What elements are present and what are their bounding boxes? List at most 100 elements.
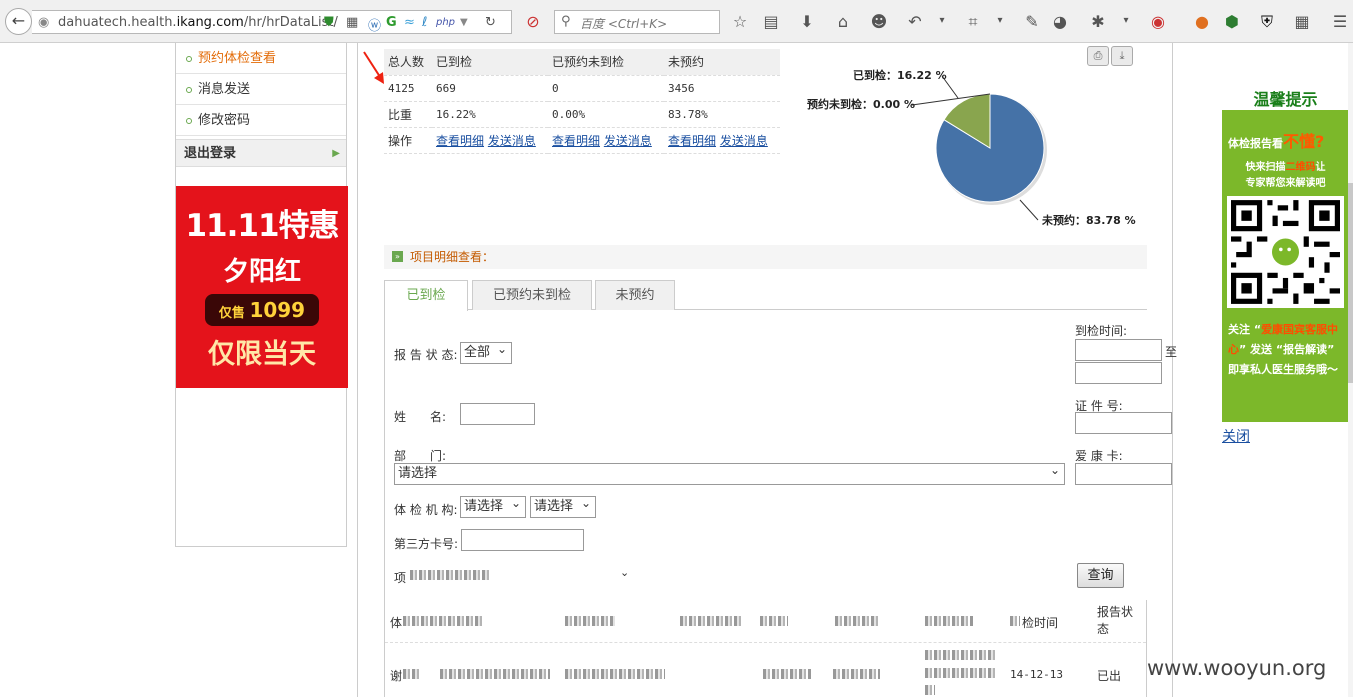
tips-scan-text: 快来扫描二维码让 专家帮您来解读吧 <box>1222 160 1349 192</box>
g-icon[interactable]: G <box>386 15 397 30</box>
arrow-box-icon: » <box>392 251 403 262</box>
hamburger-menu-icon[interactable]: ☰ <box>1330 12 1350 31</box>
w-icon[interactable]: ⓦ <box>368 15 381 34</box>
wave-icon[interactable]: ≈ <box>404 15 415 30</box>
sidebar-item-change-password[interactable]: 修改密码 <box>176 105 346 136</box>
pie-label: 已到检：16.22 % <box>853 68 947 82</box>
stats-header: 总人数 <box>384 49 432 76</box>
pie-chart: 已到检：16.22 % 预约未到检：0.00 % 未预约：83.78 % <box>807 68 1136 227</box>
tips-line-text: 让 <box>1315 162 1326 173</box>
view-detail-link[interactable]: 查看明细 <box>436 134 484 148</box>
stats-actions: 查看明细 发送消息 <box>548 127 664 154</box>
red-arrow-annotation <box>363 51 384 84</box>
scrollbar-thumb[interactable] <box>1348 183 1353 383</box>
menu-arrow-icon[interactable]: ▾ <box>1116 15 1136 26</box>
stats-actions: 查看明细 发送消息 <box>432 127 548 154</box>
redacted-text <box>440 669 550 679</box>
bookmark-star-icon[interactable]: ☆ <box>730 12 750 31</box>
php-icon[interactable]: php <box>436 17 455 28</box>
crop-menu-icon[interactable]: ▾ <box>990 15 1010 26</box>
report-status-label: 报 告 状 态: <box>394 348 458 362</box>
name-input[interactable] <box>460 403 535 425</box>
third-party-card-label: 第三方卡号: <box>394 537 459 551</box>
browser-toolbar: ← ◉ dahuatech.health.ikang.com/hr/hrData… <box>0 0 1353 43</box>
redacted-text <box>565 616 615 626</box>
grid-icon[interactable]: ▦ <box>1292 12 1312 31</box>
bug-icon[interactable]: ✱ <box>1088 12 1108 31</box>
redacted-text <box>403 616 483 626</box>
block-icon[interactable]: ⊘ <box>523 12 543 31</box>
ikang-card-label: 爱 康 卡: <box>1075 449 1123 463</box>
logout-button[interactable]: 退出登录 ▶ <box>176 139 346 167</box>
undo-menu-icon[interactable]: ▾ <box>932 15 952 26</box>
crop-icon[interactable]: ⌗ <box>963 12 983 32</box>
name-label: 姓 名: <box>394 410 447 424</box>
w-shield-icon[interactable]: ⛨ <box>1257 12 1277 32</box>
comment-icon[interactable]: ✎ <box>1022 12 1042 31</box>
arrive-time-end-input[interactable] <box>1075 362 1162 384</box>
institution-branch-select[interactable]: 请选择 <box>530 495 596 518</box>
bullet-icon <box>186 86 192 93</box>
qr-icon[interactable]: ▦ <box>346 15 358 30</box>
pie-label: 未预约：83.78 % <box>1041 213 1136 227</box>
tab-booked-not-arrived[interactable]: 已预约未到检 <box>472 280 592 310</box>
close-tips-link[interactable]: 关闭 <box>1222 426 1250 446</box>
addon-red-icon[interactable]: ◉ <box>1148 12 1168 31</box>
arrive-time-start-input[interactable] <box>1075 339 1162 361</box>
redacted-text <box>925 668 997 678</box>
report-status-select[interactable]: 全部 <box>460 341 512 364</box>
tips-emphasis: 二维码 <box>1285 162 1316 173</box>
department-select[interactable]: 请选择 <box>394 462 1065 485</box>
dropdown-arrow-icon[interactable]: ▼ <box>460 17 468 28</box>
stats-table: 总人数 已到检 已预约未到检 未预约 4125 669 0 3456 比重 16… <box>384 49 780 154</box>
ikang-card-input[interactable] <box>1075 463 1172 485</box>
redacted-text <box>1010 616 1020 626</box>
search-bar[interactable]: ⚲ 百度 <Ctrl+K> <box>554 10 720 34</box>
watermark: www.wooyun.org <box>1147 656 1327 680</box>
download-icon[interactable]: ⬇ <box>797 12 817 31</box>
reload-icon[interactable]: ↻ <box>485 15 496 30</box>
shield-icon[interactable]: ⛊ <box>324 15 334 30</box>
send-message-link[interactable]: 发送消息 <box>720 134 768 148</box>
content-divider <box>1172 43 1173 697</box>
redacted-text <box>763 669 811 679</box>
institution-label: 体 检 机 构: <box>394 503 458 517</box>
chat-icon[interactable]: ☻ <box>869 12 889 31</box>
promo-price-prefix: 仅售 <box>218 306 245 321</box>
stats-row-label: 比重 <box>384 101 432 128</box>
id-number-input[interactable] <box>1075 412 1172 434</box>
redacted-text <box>925 685 935 695</box>
view-detail-link[interactable]: 查看明细 <box>552 134 600 148</box>
home-icon[interactable]: ⌂ <box>833 12 853 31</box>
query-button[interactable]: 查询 <box>1077 563 1124 588</box>
green-shield-icon[interactable]: ⬢ <box>1222 12 1242 31</box>
promo-banner[interactable]: 11.11特惠 夕阳红 仅售 1099 仅限当天 <box>176 186 348 388</box>
fox-icon[interactable]: ● <box>1192 12 1212 31</box>
tips-emphasis: 不懂? <box>1283 132 1325 151</box>
institution-city-select[interactable]: 请选择 <box>460 495 526 518</box>
sidebar-item-send-message[interactable]: 消息发送 <box>176 74 346 105</box>
qr-code <box>1227 196 1344 308</box>
third-party-card-input[interactable] <box>461 529 584 551</box>
stats-cell: 83.78% <box>664 101 780 128</box>
ie-icon[interactable]: ℓ <box>422 15 427 30</box>
undo-icon[interactable]: ↶ <box>905 12 925 31</box>
tab-arrived[interactable]: 已到检 <box>384 280 468 311</box>
view-detail-link[interactable]: 查看明细 <box>668 134 716 148</box>
sidebar-item-appointment-view[interactable]: 预约体检查看 <box>176 43 346 74</box>
send-message-link[interactable]: 发送消息 <box>604 134 652 148</box>
reading-list-icon[interactable]: ▤ <box>761 12 781 31</box>
tab-not-booked[interactable]: 未预约 <box>595 280 675 310</box>
address-bar[interactable]: ◉ dahuatech.health.ikang.com/hr/hrDataLi… <box>32 10 512 34</box>
sidebar-item-label: 修改密码 <box>198 113 251 128</box>
globe-menu-icon[interactable]: ◕ <box>1050 12 1070 31</box>
bullet-icon <box>186 55 192 62</box>
send-message-link[interactable]: 发送消息 <box>488 134 536 148</box>
back-button[interactable]: ← <box>5 8 32 35</box>
page-scrollbar[interactable] <box>1348 43 1353 697</box>
pie-connector <box>1019 199 1039 221</box>
tips-line-text: 体检报告看 <box>1228 137 1283 150</box>
column-header: 体 <box>390 616 403 630</box>
tips-line: 体检报告看不懂? <box>1228 128 1324 152</box>
chevron-down-icon[interactable]: ⌄ <box>620 566 629 579</box>
